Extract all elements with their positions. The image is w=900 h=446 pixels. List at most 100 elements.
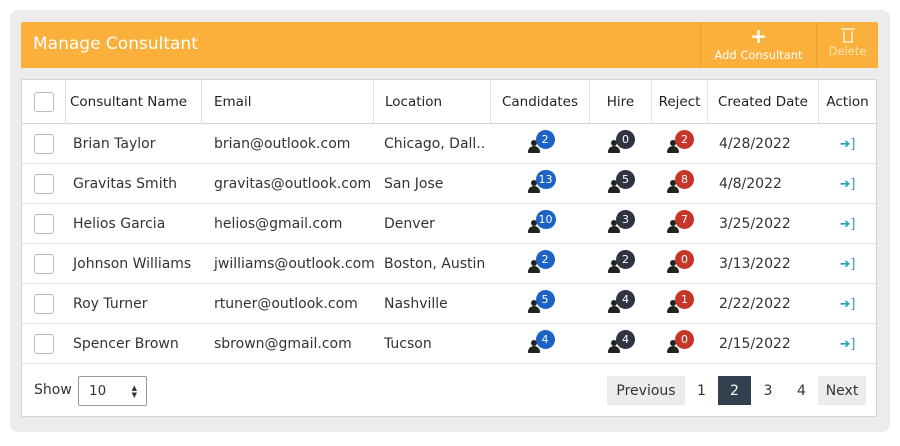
action-cell: ➜] bbox=[819, 124, 876, 164]
candidates-count-badge: 4 bbox=[535, 330, 555, 349]
table-row: Johnson Williams jwilliams@outlook.com Bos… bbox=[22, 244, 876, 284]
consultant-name[interactable]: Brian Taylor bbox=[66, 124, 202, 164]
hire-count-badge: 3 bbox=[616, 210, 635, 229]
reject-count-cell[interactable]: 0 bbox=[652, 324, 708, 364]
person-icon: 7 bbox=[667, 210, 694, 236]
action-cell: ➜] bbox=[819, 204, 876, 244]
candidates-count-cell[interactable]: 13 bbox=[491, 164, 590, 204]
sign-in-icon[interactable]: ➜] bbox=[840, 137, 856, 152]
created-date: 4/28/2022 bbox=[719, 136, 791, 152]
plus-icon: + bbox=[750, 24, 767, 48]
delete-button[interactable]: Delete bbox=[816, 22, 878, 68]
add-consultant-label: Add Consultant bbox=[714, 48, 803, 62]
column-header-action: Action bbox=[826, 94, 869, 110]
created-date: 3/13/2022 bbox=[719, 256, 791, 272]
reject-count-cell[interactable]: 1 bbox=[652, 284, 708, 324]
reject-count-badge: 2 bbox=[675, 130, 694, 149]
person-icon: 5 bbox=[527, 290, 555, 316]
person-icon: 0 bbox=[667, 250, 694, 276]
person-icon: 10 bbox=[527, 210, 556, 236]
consultant-email: helios@gmail.com bbox=[214, 216, 343, 232]
consultant-email: sbrown@gmail.com bbox=[214, 336, 352, 352]
candidates-count-cell[interactable]: 2 bbox=[491, 244, 590, 284]
candidates-count-cell[interactable]: 2 bbox=[491, 124, 590, 164]
person-icon: 3 bbox=[608, 210, 635, 236]
pagination: Previous 1 2 3 4 Next bbox=[607, 376, 866, 405]
page-2-button[interactable]: 2 bbox=[718, 376, 751, 405]
table-header: Consultant Name Email Location Candidate… bbox=[22, 80, 876, 124]
row-select-cell bbox=[22, 244, 66, 284]
delete-label: Delete bbox=[828, 44, 867, 58]
page-4-button[interactable]: 4 bbox=[785, 376, 818, 405]
candidates-count-cell[interactable]: 5 bbox=[491, 284, 590, 324]
hire-count-cell[interactable]: 4 bbox=[590, 284, 652, 324]
show-label: Show bbox=[34, 382, 72, 398]
page-size-select[interactable]: 10 ▲ ▼ bbox=[78, 376, 147, 406]
reject-count-cell[interactable]: 0 bbox=[652, 244, 708, 284]
row-select-cell bbox=[22, 324, 66, 364]
sign-in-icon[interactable]: ➜] bbox=[840, 337, 856, 352]
consultant-table: Consultant Name Email Location Candidate… bbox=[21, 79, 877, 417]
person-icon: 4 bbox=[608, 330, 635, 356]
page-title: Manage Consultant bbox=[33, 34, 198, 54]
sign-in-icon[interactable]: ➜] bbox=[840, 257, 856, 272]
column-header-hire[interactable]: Hire bbox=[590, 80, 652, 124]
action-cell: ➜] bbox=[819, 244, 876, 284]
column-header-candidates[interactable]: Candidates bbox=[491, 80, 590, 124]
person-icon: 4 bbox=[527, 330, 555, 356]
hire-count-badge: 2 bbox=[616, 250, 635, 269]
reject-count-cell[interactable]: 2 bbox=[652, 124, 708, 164]
column-header-email[interactable]: Email bbox=[202, 80, 374, 124]
column-header-location[interactable]: Location bbox=[374, 80, 491, 124]
person-icon: 2 bbox=[527, 130, 555, 156]
column-header-reject[interactable]: Reject bbox=[652, 80, 708, 124]
consultant-location: Boston, Austin bbox=[384, 256, 486, 272]
person-icon: 2 bbox=[608, 250, 635, 276]
candidates-count-badge: 2 bbox=[535, 250, 555, 269]
row-checkbox[interactable] bbox=[34, 254, 54, 274]
column-header-consultant-name[interactable]: Consultant Name bbox=[66, 80, 202, 124]
previous-page-button[interactable]: Previous bbox=[607, 376, 685, 405]
hire-count-cell[interactable]: 2 bbox=[590, 244, 652, 284]
candidates-count-badge: 2 bbox=[535, 130, 555, 149]
hire-count-badge: 4 bbox=[616, 330, 635, 349]
row-checkbox[interactable] bbox=[34, 214, 54, 234]
hire-count-cell[interactable]: 3 bbox=[590, 204, 652, 244]
candidates-count-cell[interactable]: 4 bbox=[491, 324, 590, 364]
select-arrows-icon: ▲ ▼ bbox=[131, 384, 137, 399]
consultant-name[interactable]: Helios Garcia bbox=[66, 204, 202, 244]
consultant-name[interactable]: Roy Turner bbox=[66, 284, 202, 324]
row-checkbox[interactable] bbox=[34, 174, 54, 194]
row-checkbox[interactable] bbox=[34, 294, 54, 314]
select-all-checkbox[interactable] bbox=[33, 92, 54, 112]
page-3-button[interactable]: 3 bbox=[751, 376, 785, 405]
next-page-button[interactable]: Next bbox=[818, 376, 866, 405]
reject-count-cell[interactable]: 7 bbox=[652, 204, 708, 244]
consultant-name[interactable]: Spencer Brown bbox=[66, 324, 202, 364]
sign-in-icon[interactable]: ➜] bbox=[840, 217, 856, 232]
created-date: 3/25/2022 bbox=[719, 216, 791, 232]
consultant-name[interactable]: Gravitas Smith bbox=[66, 164, 202, 204]
reject-count-badge: 0 bbox=[675, 330, 694, 349]
column-header-created-date[interactable]: Created Date bbox=[708, 80, 819, 124]
consultant-email: brian@outlook.com bbox=[214, 136, 351, 152]
consultant-email: gravitas@outlook.com bbox=[214, 176, 372, 192]
created-date: 2/22/2022 bbox=[719, 296, 791, 312]
candidates-count-badge: 10 bbox=[535, 210, 556, 229]
page-1-button[interactable]: 1 bbox=[685, 376, 718, 405]
table-row: Roy Turner rtuner@outlook.com Nashville 5 4 1… bbox=[22, 284, 876, 324]
hire-count-cell[interactable]: 4 bbox=[590, 324, 652, 364]
table-footer: Show 10 ▲ ▼ Previous 1 2 3 4 Next bbox=[22, 363, 876, 417]
reject-count-badge: 0 bbox=[675, 250, 694, 269]
row-checkbox[interactable] bbox=[34, 134, 54, 154]
reject-count-cell[interactable]: 8 bbox=[652, 164, 708, 204]
hire-count-cell[interactable]: 5 bbox=[590, 164, 652, 204]
row-checkbox[interactable] bbox=[34, 334, 54, 354]
sign-in-icon[interactable]: ➜] bbox=[840, 297, 856, 312]
candidates-count-cell[interactable]: 10 bbox=[491, 204, 590, 244]
consultant-email: jwilliams@outlook.com bbox=[214, 256, 374, 272]
consultant-name[interactable]: Johnson Williams bbox=[66, 244, 202, 284]
add-consultant-button[interactable]: + Add Consultant bbox=[700, 22, 816, 68]
hire-count-cell[interactable]: 0 bbox=[590, 124, 652, 164]
sign-in-icon[interactable]: ➜] bbox=[840, 177, 856, 192]
